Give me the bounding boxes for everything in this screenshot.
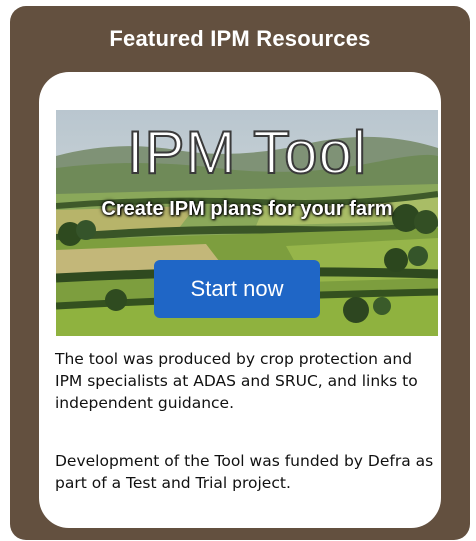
panel-title: Featured IPM Resources [109,26,371,51]
featured-resources-panel: Featured IPM Resources IPM Tool Create I… [10,6,470,540]
banner-title: IPM Tool [126,118,368,187]
description-paragraph-1: The tool was produced by crop protection… [55,350,418,412]
start-now-button[interactable]: Start now [154,260,320,318]
banner-subtitle: Create IPM plans for your farm [101,198,393,220]
ipm-tool-banner[interactable]: IPM Tool Create IPM plans for your farm … [56,110,438,336]
resource-card: IPM Tool Create IPM plans for your farm … [39,72,441,528]
description-paragraph-2: Development of the Tool was funded by De… [55,452,434,492]
